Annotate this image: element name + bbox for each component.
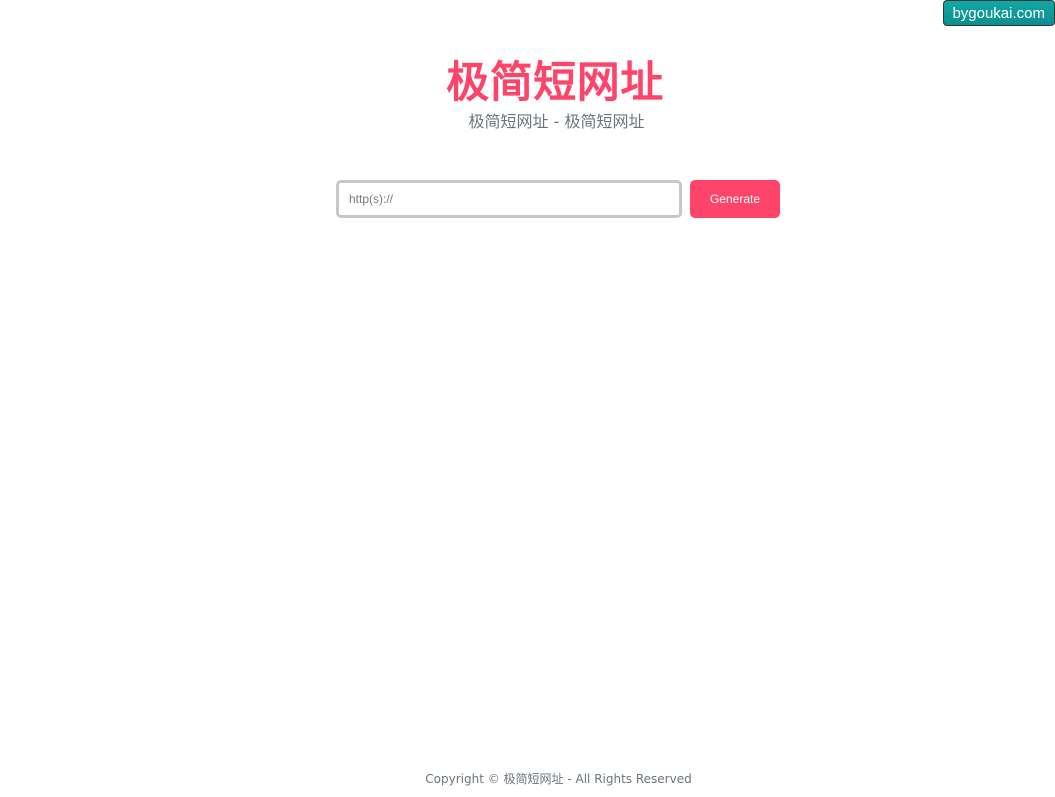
page: bygoukai.com 极简短网址 极简短网址 - 极简短网址 Generat… — [0, 0, 1055, 797]
site-badge-link[interactable]: bygoukai.com — [943, 0, 1055, 26]
footer-copyright: Copyright © 极简短网址 - All Rights Reserved — [425, 772, 692, 786]
generate-button[interactable]: Generate — [690, 180, 780, 218]
page-title: 极简短网址 — [446, 58, 664, 108]
page-subtitle: 极简短网址 - 极简短网址 — [468, 112, 645, 131]
url-input[interactable] — [336, 180, 682, 218]
